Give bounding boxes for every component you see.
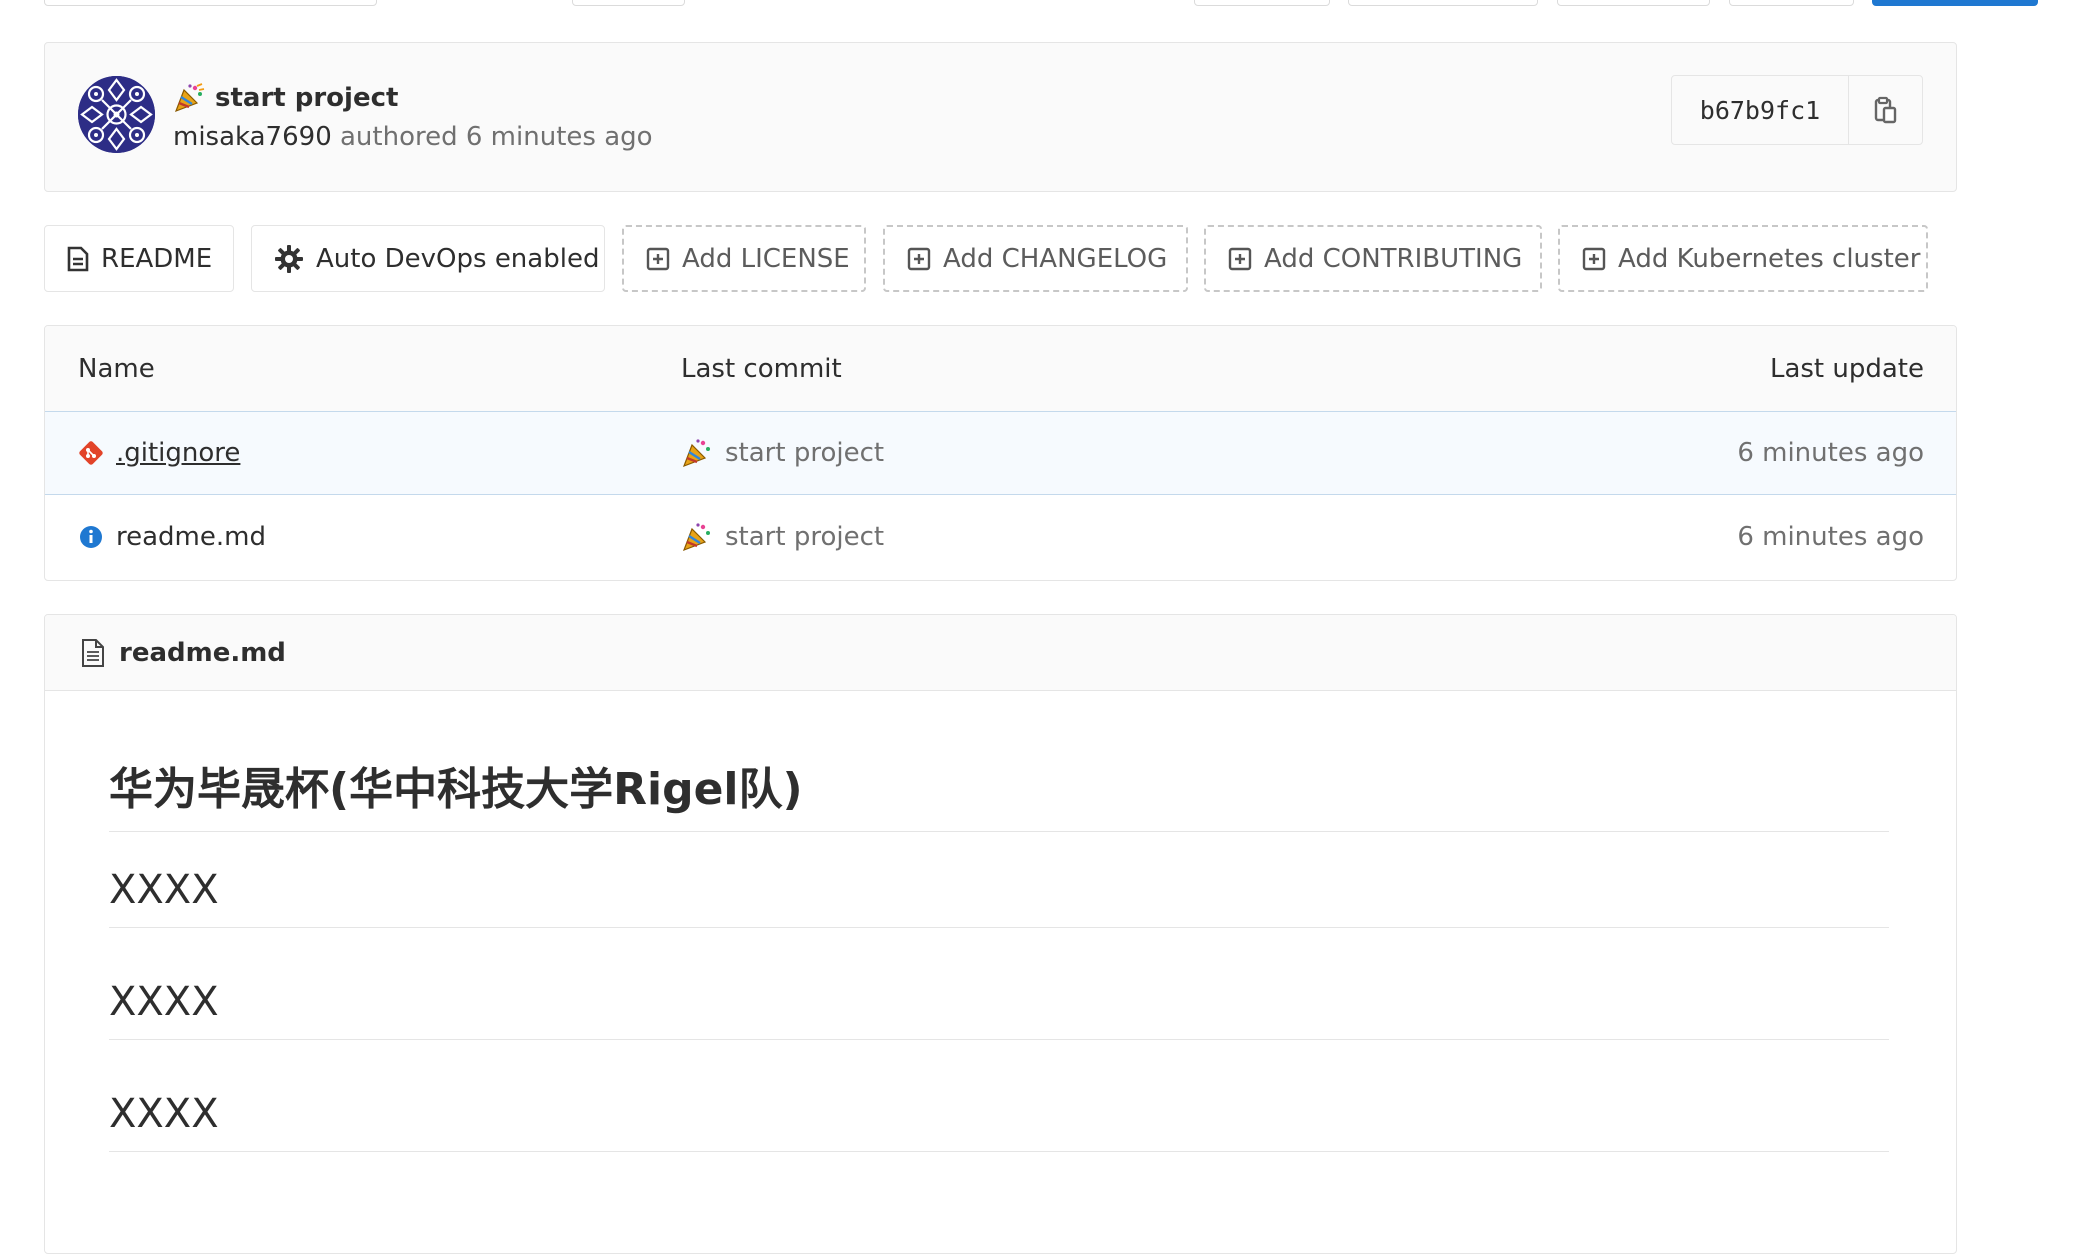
add-changelog-button[interactable]: Add CHANGELOG — [883, 225, 1188, 292]
readme-heading: 华为毕晟杯(华中科技大学Rigel队) — [109, 753, 1889, 832]
commit-author-link[interactable]: misaka7690 — [173, 122, 332, 152]
last-update-cell: 6 minutes ago — [1737, 522, 1924, 552]
column-header-name: Name — [78, 353, 155, 384]
gear-icon — [275, 244, 303, 273]
commit-message-link[interactable]: start project — [725, 438, 884, 468]
toolbar-button-partial-6[interactable] — [1729, 0, 1854, 6]
toolbar-button-partial-1[interactable] — [44, 0, 377, 6]
identicon-icon — [78, 76, 155, 153]
plus-square-icon — [646, 247, 670, 270]
toolbar-button-partial-2[interactable] — [572, 0, 685, 6]
document-icon — [82, 638, 104, 667]
readme-header: readme.md — [45, 615, 1956, 691]
table-header: Name Last commit Last update — [45, 326, 1956, 412]
commit-title-text[interactable]: start project — [215, 83, 398, 113]
table-row[interactable]: .gitignore start project 6 minutes ago — [45, 411, 1956, 495]
readme-viewer: readme.md 华为毕晟杯(华中科技大学Rigel队) XXXX XXXX … — [44, 614, 1957, 1254]
commit-sha-label[interactable]: b67b9fc1 — [1672, 76, 1849, 144]
add-license-label: Add LICENSE — [682, 243, 850, 274]
readme-section-heading: XXXX — [109, 867, 1889, 928]
commit-meta: misaka7690 authored 6 minutes ago — [173, 122, 653, 152]
plus-square-icon — [907, 247, 931, 270]
column-header-last-commit: Last commit — [681, 353, 842, 384]
readme-link-label: README — [101, 243, 213, 274]
file-name-cell: readme.md — [78, 495, 266, 579]
readme-section-heading: XXXX — [109, 1091, 1889, 1152]
add-changelog-label: Add CHANGELOG — [943, 243, 1168, 274]
commit-message-cell: start project — [681, 412, 884, 494]
readme-section-heading: XXXX — [109, 979, 1889, 1040]
auto-devops-label: Auto DevOps enabled — [316, 243, 600, 274]
add-kubernetes-cluster-button[interactable]: Add Kubernetes cluster — [1558, 225, 1928, 292]
toolbar-button-partial-4[interactable] — [1348, 0, 1538, 6]
file-link[interactable]: readme.md — [116, 522, 266, 552]
file-icon — [67, 246, 89, 271]
plus-square-icon — [1582, 247, 1606, 270]
git-icon — [78, 440, 104, 466]
plus-square-icon — [1228, 247, 1252, 270]
file-link[interactable]: .gitignore — [116, 438, 240, 468]
commit-message-cell: start project — [681, 495, 884, 579]
add-kubernetes-cluster-label: Add Kubernetes cluster — [1618, 243, 1921, 274]
party-popper-icon — [682, 523, 710, 552]
commit-time: 6 minutes ago — [465, 122, 653, 152]
clipboard-icon — [1874, 96, 1896, 124]
last-update-cell: 6 minutes ago — [1737, 438, 1924, 468]
readme-filename-link[interactable]: readme.md — [119, 638, 286, 668]
toolbar-primary-button-partial[interactable] — [1872, 0, 2038, 6]
add-contributing-button[interactable]: Add CONTRIBUTING — [1204, 225, 1542, 292]
commit-title[interactable]: start project — [173, 80, 398, 116]
table-row[interactable]: readme.md start project 6 minutes ago — [45, 495, 1956, 579]
party-popper-icon — [682, 439, 710, 468]
file-tree-table: Name Last commit Last update .gitignore — [44, 325, 1957, 581]
commit-authored-label: authored — [340, 122, 458, 152]
info-icon — [78, 524, 104, 550]
readme-link-button[interactable]: README — [44, 225, 234, 292]
commit-message-link[interactable]: start project — [725, 522, 884, 552]
party-popper-icon — [174, 83, 205, 113]
copy-sha-button[interactable] — [1849, 76, 1922, 144]
toolbar-button-partial-5[interactable] — [1557, 0, 1710, 6]
file-name-cell: .gitignore — [78, 412, 240, 494]
add-license-button[interactable]: Add LICENSE — [622, 225, 866, 292]
commit-sha-group: b67b9fc1 — [1671, 75, 1923, 145]
auto-devops-button[interactable]: Auto DevOps enabled — [251, 225, 605, 292]
avatar[interactable] — [78, 76, 155, 153]
toolbar-button-partial-3[interactable] — [1194, 0, 1330, 6]
add-contributing-label: Add CONTRIBUTING — [1264, 243, 1523, 274]
column-header-last-update: Last update — [1769, 353, 1924, 384]
